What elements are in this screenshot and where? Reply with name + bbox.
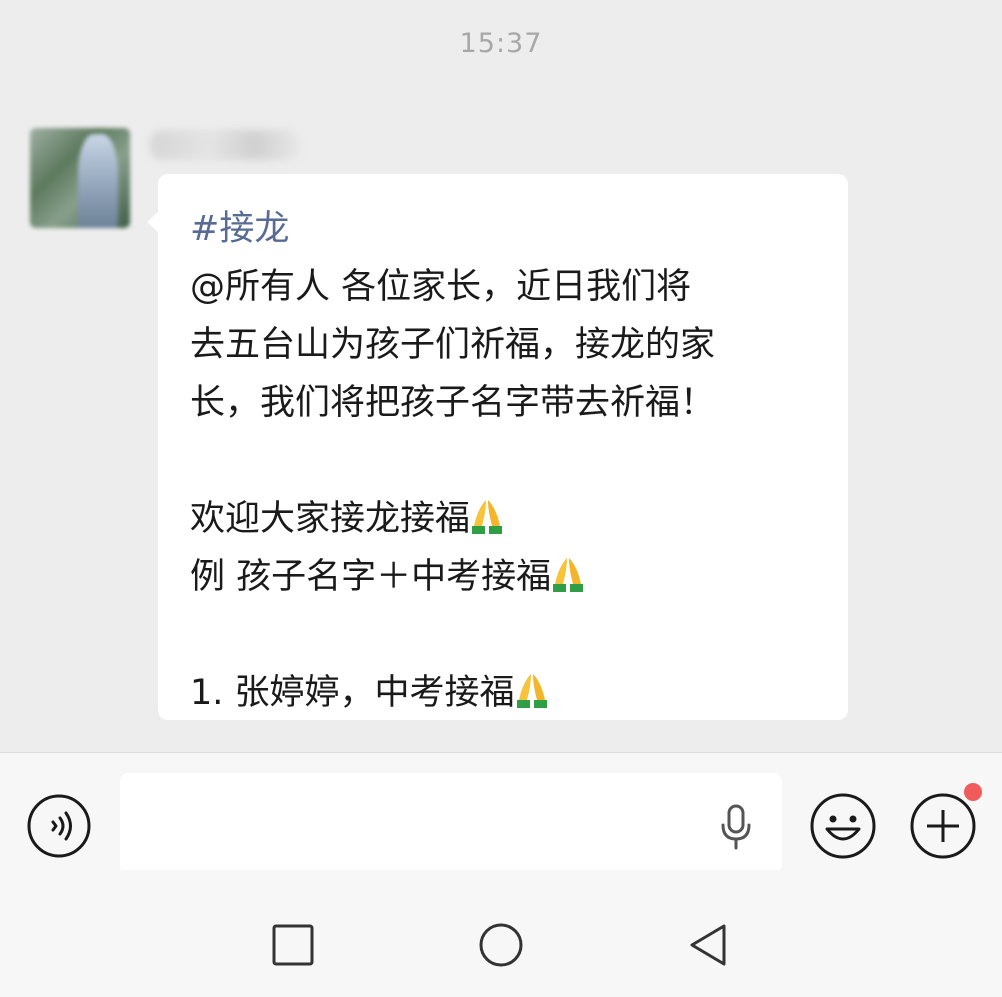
- emoji-smile-icon[interactable]: [808, 791, 878, 861]
- sender-name-blurred: [150, 130, 300, 160]
- message-line: 去五台山为孩子们祈福，接龙的家: [190, 325, 716, 365]
- square-icon[interactable]: [268, 920, 318, 970]
- notification-dot: [964, 783, 982, 801]
- chat-input-bar: [0, 752, 1002, 873]
- message-line: 1. 张婷婷，中考接福: [190, 664, 830, 722]
- microphone-icon[interactable]: [718, 803, 754, 851]
- circle-icon[interactable]: [476, 920, 526, 970]
- praying-hands-icon: [553, 558, 584, 592]
- praying-hands-icon: [472, 500, 503, 534]
- back-triangle-icon[interactable]: [684, 920, 734, 970]
- message-line: 例 孩子名字＋中考接福: [190, 548, 830, 606]
- plus-circle-icon[interactable]: [908, 791, 978, 861]
- message-hashtag[interactable]: #接龙: [190, 200, 830, 258]
- message-timestamp: 15:37: [459, 28, 543, 59]
- praying-hands-icon: [516, 674, 547, 708]
- sender-avatar[interactable]: [30, 128, 130, 228]
- message-text: #接龙 @所有人 各位家长，近日我们将 去五台山为孩子们祈福，接龙的家 长，我们…: [190, 200, 830, 722]
- message-line: @所有人 各位家长，近日我们将: [190, 267, 692, 307]
- message-line: 长，我们将把孩子名字带去祈福！: [190, 383, 716, 423]
- message-input[interactable]: [120, 773, 782, 873]
- voice-icon[interactable]: [26, 793, 92, 859]
- message-line: 欢迎大家接龙接福: [190, 490, 830, 548]
- message-bubble[interactable]: #接龙 @所有人 各位家长，近日我们将 去五台山为孩子们祈福，接龙的家 长，我们…: [147, 174, 848, 722]
- system-nav-bar: [0, 870, 1002, 997]
